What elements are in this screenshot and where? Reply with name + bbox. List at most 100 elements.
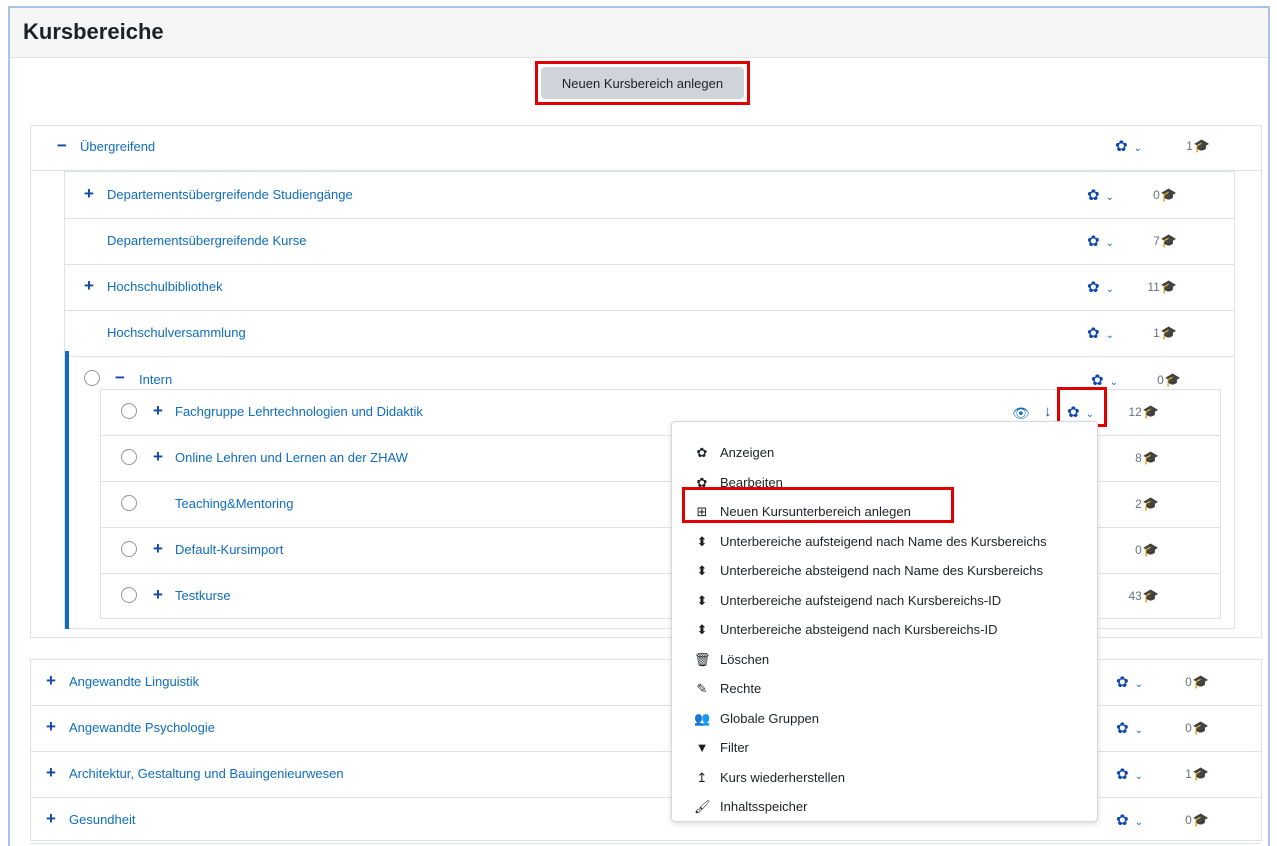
create-category-button[interactable]: Neuen Kursbereich anlegen <box>541 67 744 99</box>
gear-menu-toggle[interactable]: ✿ ⌄ <box>1116 673 1148 693</box>
expand-icon[interactable]: + <box>82 185 96 202</box>
chevron-down-icon: ⌄ <box>1105 330 1114 341</box>
menu-item-label: Unterbereiche aufsteigend nach Name des … <box>720 533 1047 549</box>
course-count: 0🎓 <box>1141 372 1181 388</box>
gear-menu-toggle[interactable]: ✿ ⌄ <box>1087 278 1119 298</box>
gear-menu-toggle[interactable]: ✿ ⌄ <box>1116 765 1148 785</box>
graduation-cap-icon: 🎓 <box>1142 450 1159 465</box>
course-count-value: 0 <box>1157 373 1164 387</box>
gear-menu-toggle[interactable]: ✿ ⌄ <box>1115 137 1147 157</box>
menu-item-label: Unterbereiche absteigend nach Kursbereic… <box>720 622 998 637</box>
select-checkbox[interactable] <box>121 403 137 419</box>
menu-item-label: Löschen <box>720 651 770 667</box>
graduation-cap-icon: 🎓 <box>1160 279 1177 294</box>
category-link[interactable]: Departementsübergreifende Studiengänge <box>107 187 353 202</box>
category-link[interactable]: Hochschulversammlung <box>107 325 246 340</box>
select-checkbox[interactable] <box>121 587 137 603</box>
subcategory-row[interactable]: Departementsübergreifende Kurse ✿ ⌄ 7🎓 <box>65 219 1234 265</box>
category-link[interactable]: Online Lehren und Lernen an der ZHAW <box>175 450 408 465</box>
menu-item-label: Globale Gruppen <box>720 710 820 726</box>
chevron-down-icon: ⌄ <box>1134 679 1143 690</box>
gear-menu-toggle[interactable]: ✿ ⌄ <box>1116 719 1148 739</box>
menu-item[interactable]: 👥 Globale Gruppen <box>672 705 1097 734</box>
gear-icon: ✿ <box>1087 325 1100 342</box>
chevron-down-icon: ⌄ <box>1134 725 1143 736</box>
graduation-cap-icon: 🎓 <box>1142 404 1159 419</box>
eye-icon[interactable]: 👁 <box>1012 405 1030 422</box>
chevron-down-icon: ⌄ <box>1105 238 1114 249</box>
menu-item[interactable]: ⬍ Unterbereiche absteigend nach Kursberei… <box>672 616 1097 645</box>
expand-icon[interactable]: + <box>44 672 58 689</box>
category-link[interactable]: Architektur, Gestaltung und Bauingenieur… <box>69 766 344 781</box>
category-link[interactable]: Fachgruppe Lehrtechnologien und Didaktik <box>175 404 423 419</box>
course-count: 0🎓 <box>1169 812 1209 828</box>
select-checkbox[interactable] <box>84 370 100 386</box>
category-link[interactable]: Angewandte Linguistik <box>69 674 199 689</box>
expand-icon[interactable]: + <box>151 586 165 603</box>
graduation-cap-icon: 🎓 <box>1192 720 1209 735</box>
menu-item[interactable]: ✎ Rechte <box>672 675 1097 704</box>
category-link[interactable]: Intern <box>139 372 172 387</box>
course-count-value: 8 <box>1135 451 1142 465</box>
move-down-icon[interactable]: ↓ <box>1044 403 1052 420</box>
course-count: 8🎓 <box>1119 450 1159 466</box>
menu-item[interactable]: ▼ Filter <box>672 734 1097 763</box>
expand-icon[interactable]: + <box>82 277 96 294</box>
course-count-value: 1 <box>1185 767 1192 781</box>
course-count-value: 11 <box>1147 280 1160 294</box>
expand-icon[interactable]: + <box>44 764 58 781</box>
subcategory-row[interactable]: Hochschulversammlung ✿ ⌄ 1🎓 <box>65 311 1234 357</box>
category-link[interactable]: Teaching&Mentoring <box>175 496 294 511</box>
course-count: 12🎓 <box>1119 404 1159 420</box>
expand-icon[interactable]: + <box>151 402 165 419</box>
category-link[interactable]: Übergreifend <box>80 139 155 154</box>
gear-menu-toggle[interactable]: ✿ ⌄ <box>1087 186 1119 206</box>
sort-icon: ⬍ <box>696 622 708 637</box>
chevron-down-icon: ⌄ <box>1134 817 1143 828</box>
collapse-icon[interactable]: − <box>55 137 69 154</box>
category-link[interactable]: Default-Kursimport <box>175 542 283 557</box>
course-count: 7🎓 <box>1137 233 1177 249</box>
select-checkbox[interactable] <box>121 449 137 465</box>
category-link[interactable]: Angewandte Psychologie <box>69 720 215 735</box>
category-link[interactable]: Gesundheit <box>69 812 136 827</box>
menu-item-label: Rechte <box>720 681 762 696</box>
chevron-down-icon: ⌄ <box>1133 143 1142 154</box>
select-checkbox[interactable] <box>121 541 137 557</box>
menu-item-label: Unterbereiche aufsteigend nach Kursberei… <box>720 592 1002 608</box>
graduation-cap-icon: 🎓 <box>1160 233 1177 248</box>
category-link[interactable]: Testkurse <box>175 588 231 603</box>
course-count: 1🎓 <box>1169 766 1209 782</box>
level-up-icon: ↥ <box>696 769 708 785</box>
menu-item[interactable]: ⬍ Unterbereiche absteigend nach Name des … <box>672 557 1097 586</box>
sort-icon: ⬍ <box>696 533 708 549</box>
expand-icon[interactable]: + <box>44 718 58 735</box>
category-row-uebergreifend[interactable]: − Übergreifend ✿ ⌄ 1🎓 <box>30 125 1262 171</box>
menu-item[interactable]: 🗑 Löschen <box>672 646 1097 675</box>
menu-item[interactable]: ⬍ Unterbereiche aufsteigend nach Name des… <box>672 528 1097 557</box>
graduation-cap-icon: 🎓 <box>1192 812 1209 827</box>
collapse-icon[interactable]: − <box>113 369 127 386</box>
menu-item[interactable]: ↥ Kurs wiederherstellen <box>672 764 1097 793</box>
category-link[interactable]: Departementsübergreifende Kurse <box>107 233 306 248</box>
gear-menu-toggle[interactable]: ✿ ⌄ <box>1087 324 1119 344</box>
expand-icon[interactable]: + <box>151 540 165 557</box>
subcategory-row[interactable]: + Departementsübergreifende Studiengänge ✿… <box>65 173 1234 219</box>
menu-item[interactable]: 🖌 Inhaltsspeicher <box>672 793 1097 822</box>
gear-icon: ✿ <box>696 445 708 460</box>
menu-item[interactable]: ✿ Anzeigen <box>672 439 1097 468</box>
gear-menu-toggle[interactable]: ✿ ⌄ <box>1087 232 1119 252</box>
create-button-highlight: Neuen Kursbereich anlegen <box>535 61 750 105</box>
menu-item[interactable]: ⬍ Unterbereiche aufsteigend nach Kursbere… <box>672 587 1097 616</box>
expand-icon[interactable]: + <box>151 448 165 465</box>
select-checkbox[interactable] <box>121 495 137 511</box>
page-title: Kursbereiche <box>23 19 164 44</box>
expand-icon[interactable]: + <box>44 810 58 827</box>
gear-menu-toggle[interactable]: ✿ ⌄ <box>1116 811 1148 831</box>
category-link[interactable]: Hochschulbibliothek <box>107 279 223 294</box>
subcategory-row[interactable]: + Hochschulbibliothek ✿ ⌄ 11🎓 <box>65 265 1234 311</box>
course-count: 0🎓 <box>1137 187 1177 203</box>
gear-icon: ✿ <box>1087 187 1100 204</box>
graduation-cap-icon: 🎓 <box>1164 372 1181 387</box>
category-actions-menu: ✿ Anzeigen ✿ Bearbeiten ⊞ Neuen Kursunterbere… <box>671 421 1098 822</box>
